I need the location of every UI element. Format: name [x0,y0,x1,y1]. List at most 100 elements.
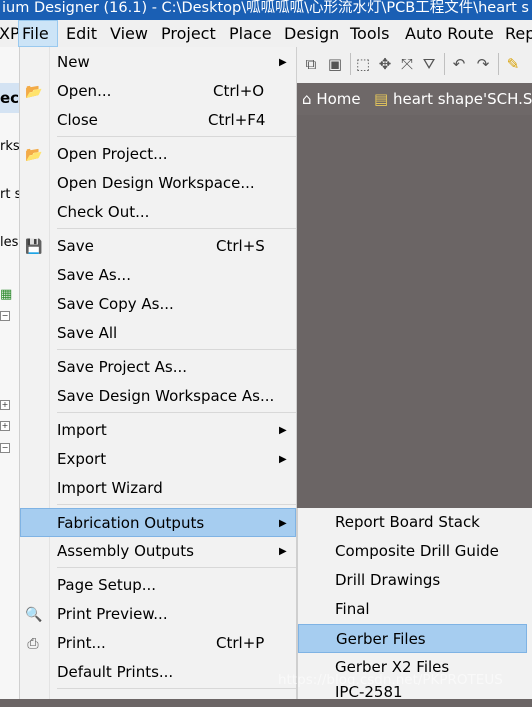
menu-auto-route[interactable]: Auto Route [402,20,497,47]
submenu-item-final[interactable]: Final [298,595,532,624]
menu-view[interactable]: View [107,20,151,47]
undo-icon[interactable]: ↶ [450,55,468,73]
menu-bar: XP File Edit View Project Place Design T… [0,20,532,48]
menu-item-assembly-outputs[interactable]: Assembly Outputs ▶ [20,537,296,566]
menu-item-import-wizard[interactable]: Import Wizard [20,474,296,503]
shortcut-label: Ctrl+O [213,82,265,100]
menu-item-import[interactable]: Import ▶ [20,416,296,445]
submenu-item-report-board-stack[interactable]: Report Board Stack [298,508,532,537]
menu-item-export[interactable]: Export ▶ [20,445,296,474]
menu-item-save-copy-as[interactable]: Save Copy As... [20,290,296,319]
menu-item-label: Save [57,237,94,255]
menu-item-label: Open... [57,82,112,100]
tree-collapse-toggle[interactable]: − [0,443,10,453]
workspace-label: rksp [0,139,19,154]
menu-item-save-workspace-as[interactable]: Save Design Workspace As... [20,382,296,411]
menu-separator [57,504,296,505]
menu-separator [57,567,296,568]
menu-item-label: Composite Drill Guide [335,542,499,560]
paste-icon[interactable]: ▣ [326,55,344,73]
cross-select-icon[interactable]: ⤧ [398,55,416,73]
menu-item-label: Check Out... [57,203,150,221]
toolbar-separator [350,53,351,75]
shortcut-label: Ctrl+P [216,634,265,652]
menu-item-open-project[interactable]: 📂 Open Project... [20,140,296,169]
tree-expand-toggle[interactable]: + [0,421,10,431]
menu-item-label: Save Copy As... [57,295,174,313]
watermark: https://blog.csdn.net/PKPROTEUS [278,672,503,688]
panel-row: les [0,235,19,250]
menu-item-save-as[interactable]: Save As... [20,261,296,290]
menu-item-fabrication-outputs[interactable]: Fabrication Outputs ▶ [20,508,296,537]
shortcut-label: Ctrl+F4 [208,111,266,129]
print-preview-icon: 🔍 [25,607,43,623]
menu-item-page-setup[interactable]: Page Setup... [20,571,296,600]
tab-home[interactable]: ⌂ Home [302,89,361,109]
fabrication-outputs-submenu: Report Board Stack Composite Drill Guide… [297,508,532,701]
menu-item-label: Gerber Files [336,630,426,648]
tree-collapse-toggle[interactable]: − [0,311,10,321]
menu-reports[interactable]: Rep [502,20,532,47]
tab-schematic[interactable]: ▤ heart shape'SCH.Sc [374,89,532,109]
menu-item-label: Import [57,421,107,439]
menu-separator [57,412,296,413]
menu-item-new[interactable]: New ▶ [20,48,296,77]
menu-item-check-out[interactable]: Check Out... [20,198,296,227]
menu-edit[interactable]: Edit [63,20,100,47]
menu-item-label: Default Prints... [57,663,174,681]
move-icon[interactable]: ✥ [376,55,394,73]
save-disk-icon: 💾 [25,239,43,255]
submenu-item-composite-drill-guide[interactable]: Composite Drill Guide [298,537,532,566]
menu-item-label: Print... [57,634,106,652]
file-menu: New ▶ 📂 Open... Ctrl+O Close Ctrl+F4 📂 O… [19,47,297,699]
submenu-arrow-icon: ▶ [279,454,287,465]
submenu-item-drill-drawings[interactable]: Drill Drawings [298,566,532,595]
menu-place[interactable]: Place [226,20,275,47]
menu-design[interactable]: Design [281,20,342,47]
menu-item-open[interactable]: 📂 Open... Ctrl+O [20,77,296,106]
menu-item-label: Save As... [57,266,131,284]
wand-icon[interactable]: ✎ [504,55,522,73]
menu-tools[interactable]: Tools [347,20,392,47]
redo-icon[interactable]: ↷ [474,55,492,73]
toolbar: ⧉ ▣ ⬚ ✥ ⤧ ⛛ ↶ ↷ ✎ [296,47,532,84]
panel-title: ect [0,89,19,107]
open-project-icon: 📂 [25,147,43,163]
menu-item-label: Assembly Outputs [57,542,194,560]
menu-project[interactable]: Project [158,20,219,47]
menu-item-save-project-as[interactable]: Save Project As... [20,353,296,382]
menu-item-close[interactable]: Close Ctrl+F4 [20,106,296,135]
menu-item-label: Drill Drawings [335,571,441,589]
menu-file[interactable]: File [18,20,58,47]
tab-schematic-label: heart shape'SCH.Sc [392,90,532,108]
copy-icon[interactable]: ⧉ [302,55,320,73]
menu-item-save[interactable]: 💾 Save Ctrl+S [20,232,296,261]
menu-item-default-prints[interactable]: Default Prints... [20,658,296,687]
clear-filter-icon[interactable]: ⛛ [420,55,438,73]
printer-icon: ⎙ [27,636,39,652]
menu-item-label: Save Design Workspace As... [57,387,275,405]
menu-separator [57,228,296,229]
menu-item-label: Close [57,111,98,129]
menu-item-label: Fabrication Outputs [57,514,205,532]
menu-item-label: Final [335,600,370,618]
project-icon: ▦ [0,287,13,302]
menu-item-label: Export [57,450,107,468]
select-area-icon[interactable]: ⬚ [354,55,372,73]
menu-item-save-all[interactable]: Save All [20,319,296,348]
menu-item-open-workspace[interactable]: Open Design Workspace... [20,169,296,198]
tree-expand-toggle[interactable]: + [0,400,10,410]
menu-item-label: Report Board Stack [335,513,480,531]
panel-row: rt s [0,187,19,202]
panel-header: ect [0,83,19,113]
open-folder-icon: 📂 [25,84,43,100]
document-tabs: ⌂ Home ▤ heart shape'SCH.Sc [296,83,532,115]
menu-separator [57,349,296,350]
menu-item-print-preview[interactable]: 🔍 Print Preview... [20,600,296,629]
menu-item-label: Open Design Workspace... [57,174,255,192]
menu-item-print[interactable]: ⎙ Print... Ctrl+P [20,629,296,658]
tab-home-label: Home [316,90,361,108]
window-title: ium Designer (16.1) - C:\Desktop\呱呱呱呱\心形… [0,0,532,20]
projects-panel: ect rksp rt s les ▦ − + + − [0,47,19,699]
submenu-item-gerber-files[interactable]: Gerber Files [298,624,527,653]
